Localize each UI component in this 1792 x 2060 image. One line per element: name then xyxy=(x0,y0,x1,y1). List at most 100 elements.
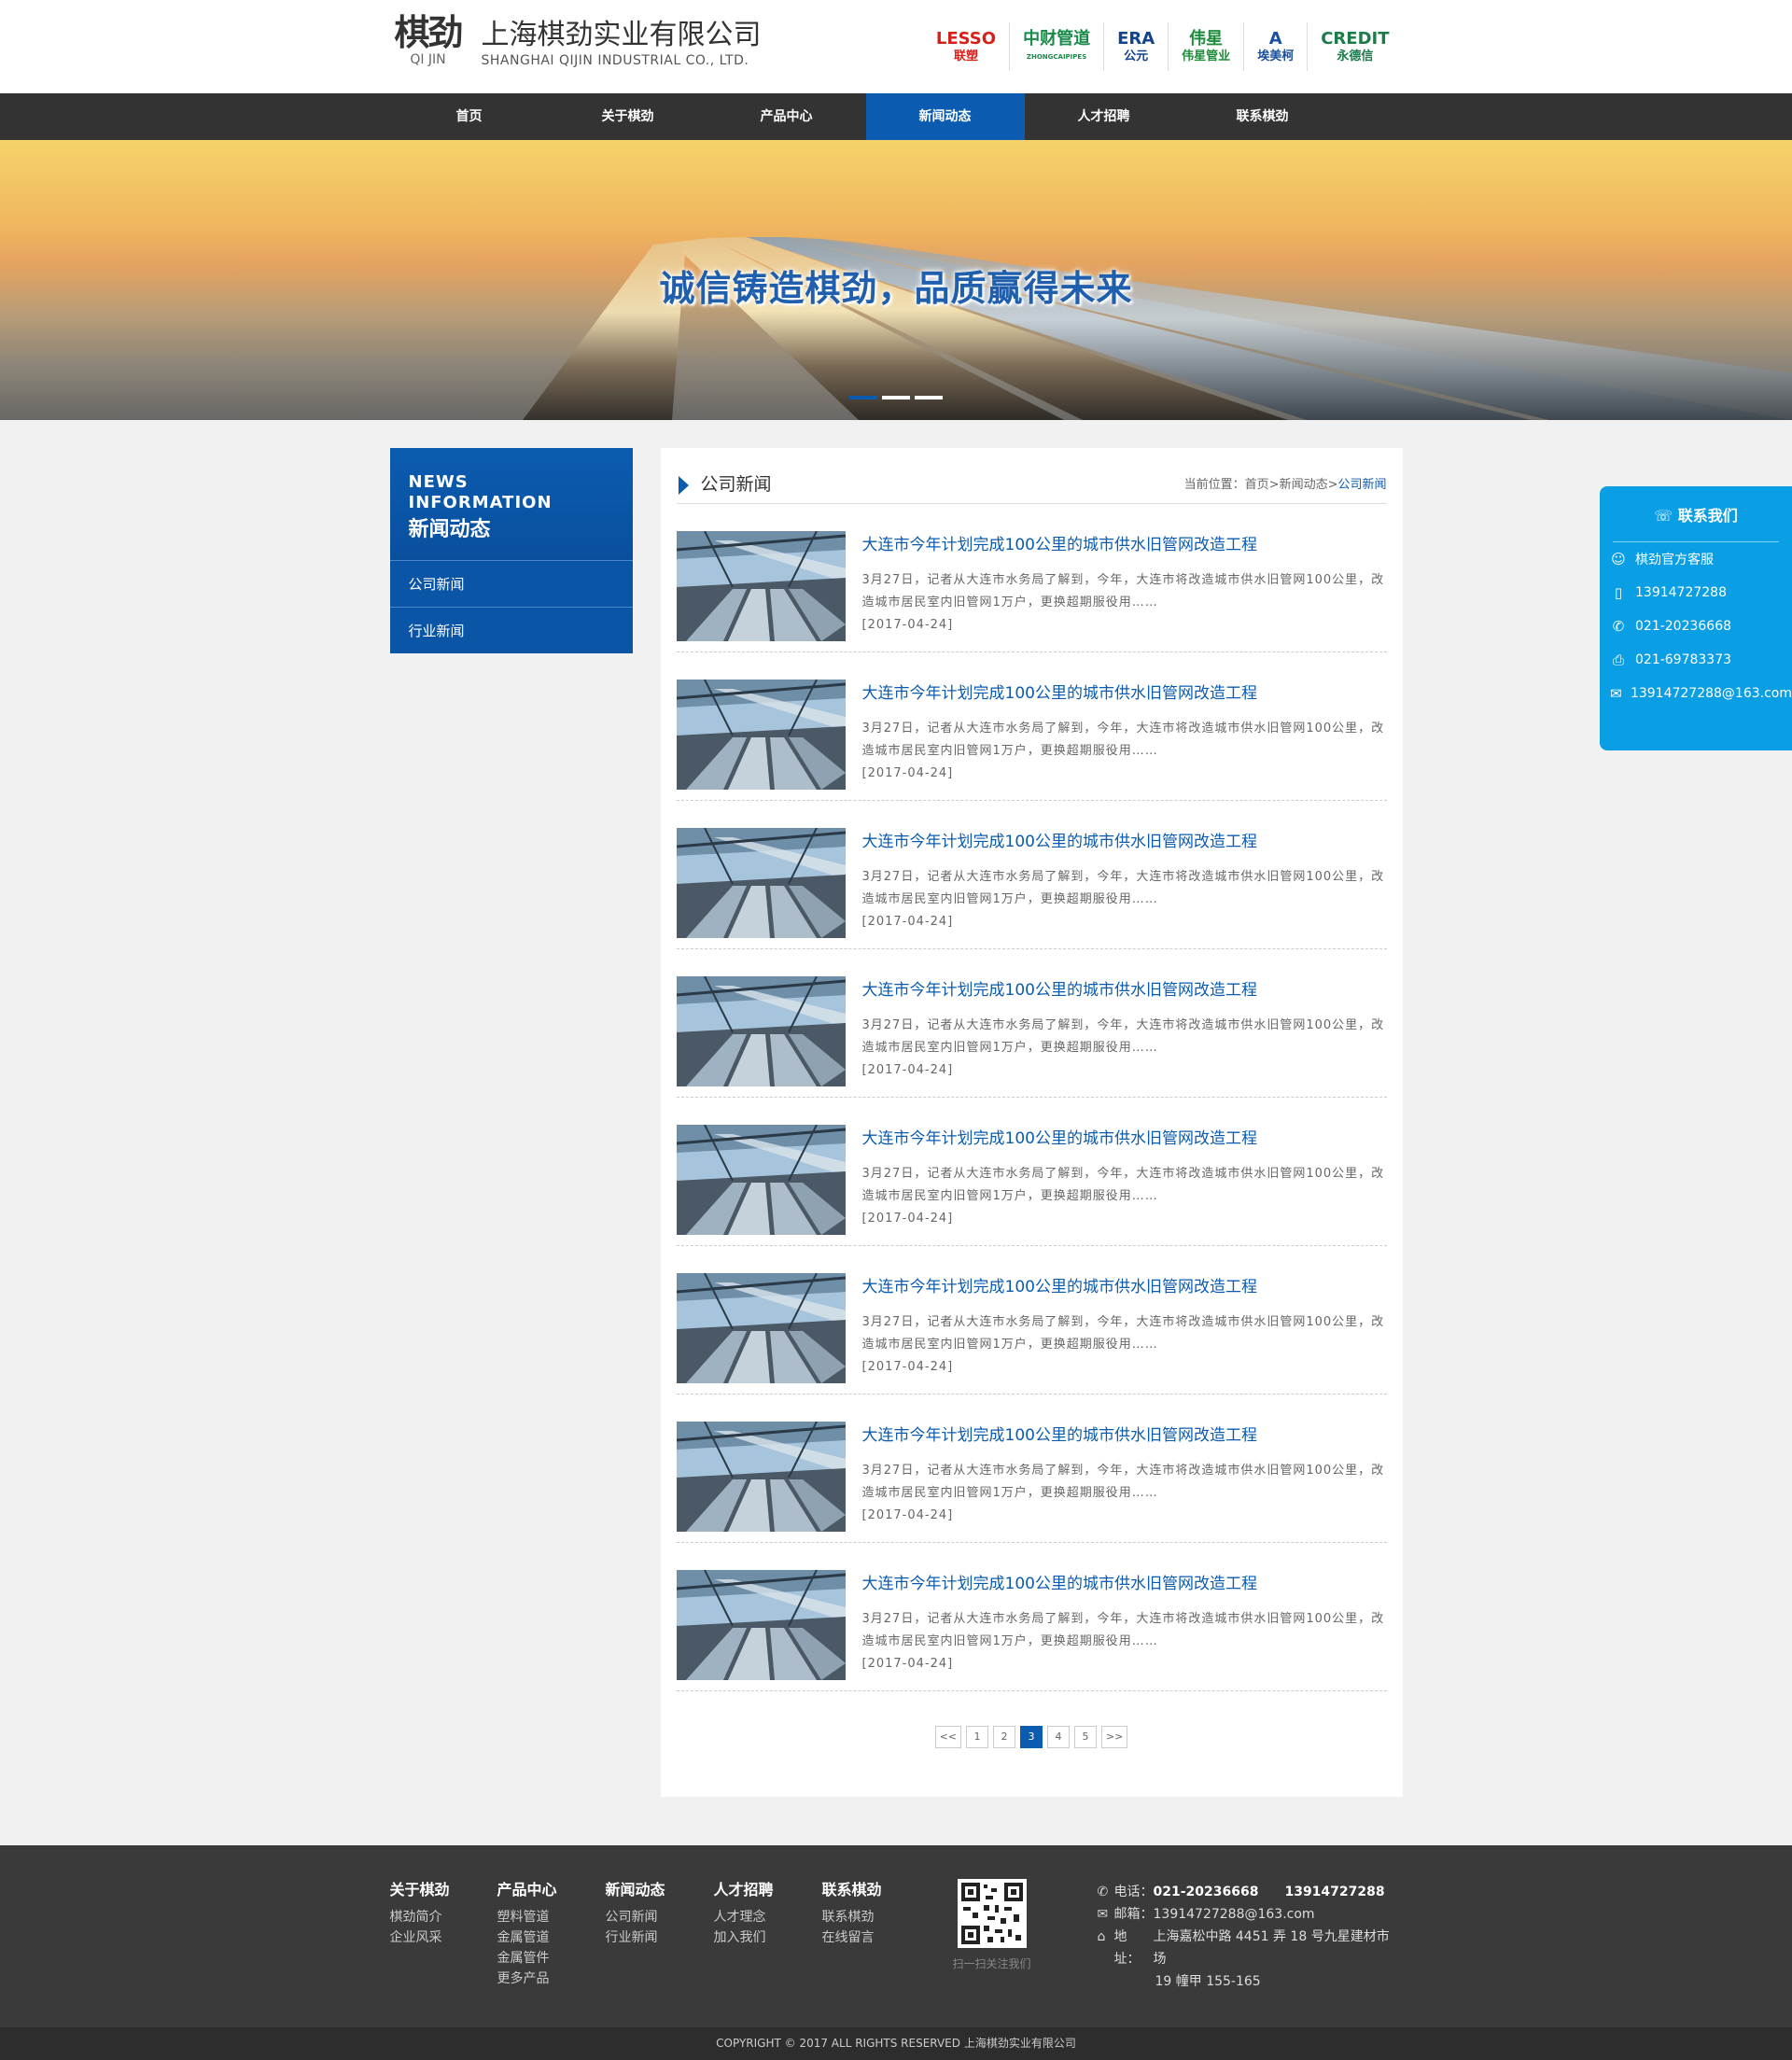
breadcrumb-link[interactable]: 首页 xyxy=(1245,478,1269,492)
copyright: COPYRIGHT © 2017 ALL RIGHTS RESERVED 上海棋… xyxy=(0,2027,1792,2060)
footer-column-title[interactable]: 关于棋劲 xyxy=(390,1881,450,1899)
breadcrumb-link[interactable]: 新闻动态 xyxy=(1280,478,1328,492)
footer-column-title[interactable]: 人才招聘 xyxy=(714,1881,774,1899)
sidebar-title-en: NEWS INFORMATION xyxy=(408,472,553,512)
nav-item[interactable]: 关于棋劲 xyxy=(549,93,707,140)
footer-email-label: 邮箱： xyxy=(1113,1907,1154,1922)
news-item[interactable]: 大连市今年计划完成100公里的城市供水旧管网改造工程 3月27日，记者从大连市水务… xyxy=(676,801,1387,949)
floating-contact-item[interactable]: ▯ 13914727288 xyxy=(1600,576,1792,610)
news-title[interactable]: 大连市今年计划完成100公里的城市供水旧管网改造工程 xyxy=(862,981,1257,1000)
breadcrumb-link[interactable]: 公司新闻 xyxy=(1337,478,1386,492)
news-title[interactable]: 大连市今年计划完成100公里的城市供水旧管网改造工程 xyxy=(862,1278,1257,1296)
news-title[interactable]: 大连市今年计划完成100公里的城市供水旧管网改造工程 xyxy=(862,1426,1257,1445)
footer-email[interactable]: 13914727288@163.com xyxy=(1154,1903,1315,1926)
footer-link[interactable]: 联系棋劲 xyxy=(822,1907,882,1927)
footer-link[interactable]: 人才理念 xyxy=(714,1907,774,1927)
news-title[interactable]: 大连市今年计划完成100公里的城市供水旧管网改造工程 xyxy=(862,536,1257,554)
partner-logo[interactable]: CREDIT 永德信 xyxy=(1307,22,1402,71)
news-item[interactable]: 大连市今年计划完成100公里的城市供水旧管网改造工程 3月27日，记者从大连市水务… xyxy=(676,1543,1387,1691)
footer-column: 人才招聘人才理念 加入我们 xyxy=(714,1881,774,1948)
floating-contact-item[interactable]: ⎙ 021-69783373 xyxy=(1600,643,1792,677)
mail-icon: ✉ xyxy=(1097,1907,1109,1922)
sidebar: NEWS INFORMATION 新闻动态 公司新闻 行业新闻 xyxy=(389,448,633,653)
nav-item[interactable]: 产品中心 xyxy=(707,93,866,140)
news-item[interactable]: 大连市今年计划完成100公里的城市供水旧管网改造工程 3月27日，记者从大连市水务… xyxy=(676,504,1387,652)
phone-icon: ✆ xyxy=(1097,1885,1109,1899)
floating-contact-item[interactable]: ☺ 棋劲官方客服 xyxy=(1600,542,1792,576)
news-thumbnail-image xyxy=(676,1273,846,1383)
footer-link[interactable]: 公司新闻 xyxy=(606,1907,665,1927)
page-number-button[interactable]: 5 xyxy=(1074,1726,1097,1748)
footer-link[interactable]: 在线留言 xyxy=(822,1927,882,1948)
news-summary: 3月27日，记者从大连市水务局了解到，今年，大连市将改造城市供水旧管网100公里… xyxy=(861,722,1385,758)
partner-logo[interactable]: LESSO 联塑 xyxy=(923,22,1009,71)
footer-link[interactable]: 塑料管道 xyxy=(497,1907,557,1927)
partner-logo[interactable]: ERA 公元 xyxy=(1103,22,1168,71)
page-number-button[interactable]: 1 xyxy=(966,1726,988,1748)
news-thumbnail[interactable] xyxy=(676,1125,846,1235)
news-thumbnail[interactable] xyxy=(676,1273,846,1383)
news-title[interactable]: 大连市今年计划完成100公里的城市供水旧管网改造工程 xyxy=(862,1575,1257,1593)
news-title[interactable]: 大连市今年计划完成100公里的城市供水旧管网改造工程 xyxy=(862,1129,1257,1148)
banner-dot[interactable] xyxy=(915,396,943,399)
footer-link[interactable]: 企业风采 xyxy=(390,1927,450,1948)
partner-logo[interactable]: 伟星 伟星管业 xyxy=(1168,22,1243,71)
news-item[interactable]: 大连市今年计划完成100公里的城市供水旧管网改造工程 3月27日，记者从大连市水务… xyxy=(676,652,1387,801)
footer-link[interactable]: 更多产品 xyxy=(497,1969,557,1989)
page-prev-button[interactable]: << xyxy=(934,1726,961,1748)
nav-item[interactable]: 人才招聘 xyxy=(1025,93,1183,140)
footer-column-title[interactable]: 联系棋劲 xyxy=(822,1881,882,1899)
site-header: 棋劲 QI JIN 上海棋劲实业有限公司 SHANGHAI QIJIN INDU… xyxy=(0,0,1792,93)
nav-item[interactable]: 首页 xyxy=(390,93,549,140)
footer-column-title[interactable]: 新闻动态 xyxy=(606,1881,665,1899)
company-name: 上海棋劲实业有限公司 SHANGHAI QIJIN INDUSTRIAL CO.… xyxy=(482,19,762,69)
hero-banner: 诚信铸造棋劲，品质赢得未来 xyxy=(0,140,1792,420)
footer-link[interactable]: 棋劲简介 xyxy=(390,1907,450,1927)
page-number-button[interactable]: 3 xyxy=(1020,1726,1043,1748)
floating-contact-item[interactable]: ✆ 021-20236668 xyxy=(1600,610,1792,643)
news-item[interactable]: 大连市今年计划完成100公里的城市供水旧管网改造工程 3月27日，记者从大连市水务… xyxy=(676,1098,1387,1246)
nav-item[interactable]: 新闻动态 xyxy=(865,93,1025,140)
floating-contact-title: ☏ 联系我们 xyxy=(1613,505,1779,542)
footer-column-title[interactable]: 产品中心 xyxy=(497,1881,557,1899)
logo[interactable]: 棋劲 QI JIN xyxy=(390,13,467,67)
page-next-button[interactable]: >> xyxy=(1101,1726,1128,1748)
partner-logo-main: 中财管道 xyxy=(1023,29,1091,49)
news-thumbnail[interactable] xyxy=(676,531,846,641)
page-number-button[interactable]: 4 xyxy=(1047,1726,1070,1748)
news-item[interactable]: 大连市今年计划完成100公里的城市供水旧管网改造工程 3月27日，记者从大连市水务… xyxy=(676,1246,1387,1394)
partner-logo[interactable]: 中财管道 ZHONGCAIPIPES xyxy=(1009,22,1103,71)
partner-logo-sub: 埃美柯 xyxy=(1257,49,1295,63)
news-thumbnail-image xyxy=(676,1570,846,1680)
sidebar-item[interactable]: 行业新闻 xyxy=(389,607,633,653)
news-thumbnail[interactable] xyxy=(676,828,846,938)
breadcrumb: 当前位置：首页>新闻动态>公司新闻 xyxy=(1184,478,1387,493)
news-item[interactable]: 大连市今年计划完成100公里的城市供水旧管网改造工程 3月27日，记者从大连市水务… xyxy=(676,1394,1387,1543)
banner-dot[interactable] xyxy=(882,396,910,399)
news-title[interactable]: 大连市今年计划完成100公里的城市供水旧管网改造工程 xyxy=(862,833,1257,851)
nav-item[interactable]: 联系棋劲 xyxy=(1183,93,1342,140)
news-summary: 3月27日，记者从大连市水务局了解到，今年，大连市将改造城市供水旧管网100公里… xyxy=(861,1018,1385,1055)
news-thumbnail[interactable] xyxy=(676,1570,846,1680)
page-number-button[interactable]: 2 xyxy=(993,1726,1015,1748)
footer-column: 联系棋劲 联系棋劲 在线留言 xyxy=(822,1881,882,1948)
footer-link[interactable]: 金属管件 xyxy=(497,1948,557,1969)
news-thumbnail[interactable] xyxy=(676,680,846,790)
partner-logo[interactable]: A 埃美柯 xyxy=(1243,22,1307,71)
qq-icon: ☺ xyxy=(1611,551,1626,568)
news-date: [2017-04-24] xyxy=(861,1657,954,1671)
floating-contact-item[interactable]: ✉ 13914727288@163.com xyxy=(1600,677,1792,710)
news-item[interactable]: 大连市今年计划完成100公里的城市供水旧管网改造工程 3月27日，记者从大连市水务… xyxy=(676,949,1387,1098)
news-thumbnail[interactable] xyxy=(676,976,846,1086)
news-thumbnail[interactable] xyxy=(676,1422,846,1532)
footer-link[interactable]: 加入我们 xyxy=(714,1927,774,1948)
sidebar-item[interactable]: 公司新闻 xyxy=(389,560,633,607)
footer-address-label: 地址： xyxy=(1113,1929,1141,1967)
footer-link[interactable]: 行业新闻 xyxy=(606,1927,665,1948)
news-title[interactable]: 大连市今年计划完成100公里的城市供水旧管网改造工程 xyxy=(862,684,1257,703)
logo-sub: QI JIN xyxy=(410,52,446,67)
footer-link[interactable]: 金属管道 xyxy=(497,1927,557,1948)
news-date: [2017-04-24] xyxy=(861,766,954,780)
banner-dot[interactable] xyxy=(849,396,877,399)
qr-code-image xyxy=(960,1883,1023,1944)
